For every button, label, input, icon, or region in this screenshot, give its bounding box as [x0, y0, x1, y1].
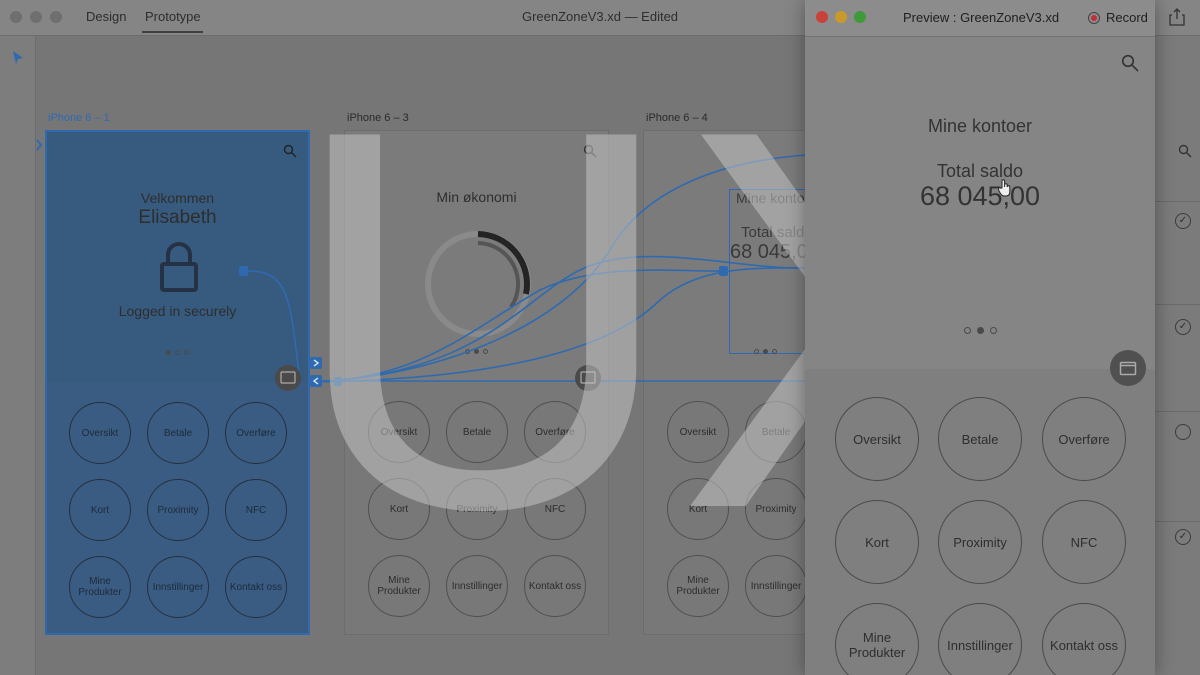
hand-cursor-icon [998, 179, 1011, 197]
preview-button-oversikt[interactable]: Oversikt [835, 397, 919, 481]
preview-button-betale[interactable]: Betale [938, 397, 1022, 481]
checkmark-icon: ✓ [1175, 529, 1191, 545]
preview-minimize-button[interactable] [835, 11, 847, 23]
preview-button-kort[interactable]: Kort [835, 500, 919, 584]
preview-balance-value: 68 045,00 [919, 181, 1041, 211]
preview-zoom-button[interactable] [854, 11, 866, 23]
preview-screen-top: Mine kontoer Total saldo 68 045,00 [805, 37, 1155, 369]
preview-screen-menu: Oversikt Betale Overføre Kort Proximity … [805, 369, 1155, 675]
share-icon[interactable] [1169, 8, 1185, 26]
record-label: Record [1106, 10, 1148, 25]
preview-page-indicator [805, 327, 1155, 334]
preview-close-button[interactable] [816, 11, 828, 23]
artboard-icon [1119, 361, 1137, 376]
preview-title: Preview : GreenZoneV3.xd [903, 10, 1060, 25]
preview-button-nfc[interactable]: NFC [1042, 500, 1126, 584]
preview-button-kontakt-oss[interactable]: Kontakt oss [1042, 603, 1126, 675]
checkmark-icon: ✓ [1175, 213, 1191, 229]
preview-button-innstillinger[interactable]: Innstillinger [938, 603, 1022, 675]
preview-titlebar: Preview : GreenZoneV3.xd Record [805, 0, 1155, 37]
preview-button-mine-produkter[interactable]: Mine Produkter [835, 603, 919, 675]
record-button[interactable]: Record [1088, 10, 1148, 25]
preview-heading: Mine kontoer [927, 116, 1033, 136]
record-icon [1088, 11, 1100, 24]
search-icon [1178, 144, 1192, 158]
layers-panel-strip: ✓ ✓ ✓ [1155, 8, 1200, 675]
preview-button-overfore[interactable]: Overføre [1042, 397, 1126, 481]
preview-window: Preview : GreenZoneV3.xd Record Mine kon… [805, 0, 1155, 675]
preview-button-proximity[interactable]: Proximity [938, 500, 1022, 584]
preview-transition-handle[interactable] [1110, 350, 1146, 386]
search-icon[interactable] [1121, 54, 1139, 72]
checkmark-icon: ✓ [1175, 319, 1191, 335]
unchecked-circle-icon [1175, 424, 1191, 440]
preview-balance-label: Total saldo [936, 161, 1024, 181]
